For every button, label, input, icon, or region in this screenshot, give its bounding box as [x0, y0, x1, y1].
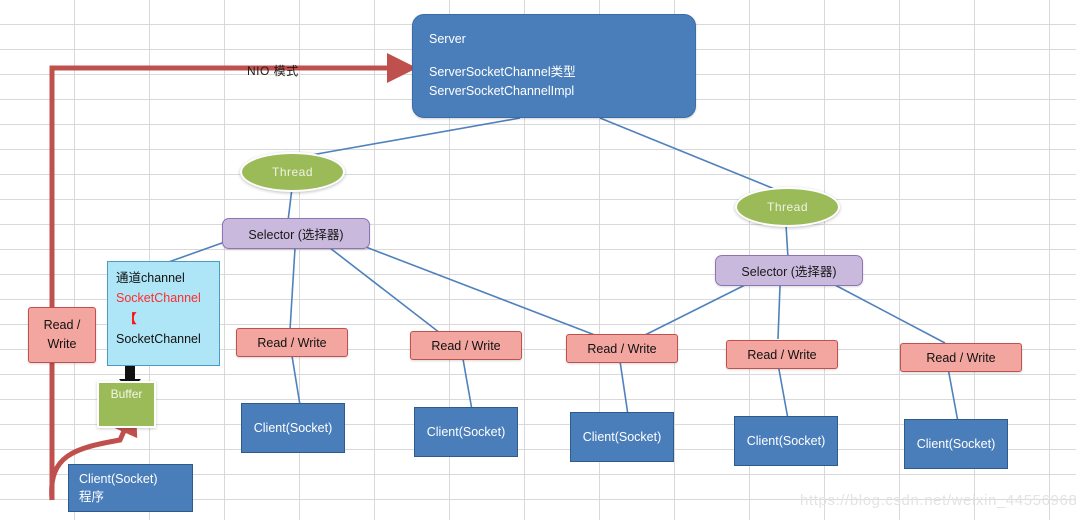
server-node[interactable]: Server ServerSocketChannel类型 ServerSocke…: [412, 14, 696, 118]
nio-mode-label: NIO 模式: [247, 64, 299, 78]
selector-node-1[interactable]: Selector (选择器): [222, 218, 370, 249]
channel-line-2: SocketChannel: [116, 291, 201, 306]
read-write-node-4[interactable]: Read / Write: [566, 334, 678, 363]
server-type-line: ServerSocketChannel类型: [429, 64, 576, 79]
selector-label-1: Selector (选择器): [248, 228, 344, 242]
thread-label-1: Thread: [271, 165, 314, 179]
watermark: https://blog.csdn.net/weixin_44556968: [800, 492, 1076, 509]
client-node-6[interactable]: Client(Socket): [904, 419, 1008, 469]
client-node-4[interactable]: Client(Socket): [570, 412, 674, 462]
read-write-label-4: Read / Write: [587, 341, 657, 356]
read-write-label-6: Read / Write: [926, 350, 996, 365]
read-write-label-1: Read / Write: [43, 318, 81, 351]
client-label-6: Client(Socket): [916, 436, 996, 451]
selector-node-2[interactable]: Selector (选择器): [715, 255, 863, 286]
read-write-node-1[interactable]: Read / Write: [28, 307, 96, 363]
buffer-label: Buffer: [110, 387, 143, 401]
buffer-node[interactable]: Buffer: [97, 381, 156, 428]
channel-line-3: 【: [124, 311, 137, 326]
server-impl-line: ServerSocketChannelImpl: [429, 84, 575, 99]
read-write-node-3[interactable]: Read / Write: [410, 331, 522, 360]
server-title: Server: [429, 32, 466, 47]
channel-node[interactable]: 通道channel SocketChannel 【 SocketChannel: [107, 261, 220, 366]
client-label-5: Client(Socket): [746, 433, 826, 448]
diagram-canvas: Server ServerSocketChannel类型 ServerSocke…: [0, 0, 1076, 520]
client-node-3[interactable]: Client(Socket): [414, 407, 518, 457]
thread-label-2: Thread: [766, 200, 809, 214]
read-write-node-2[interactable]: Read / Write: [236, 328, 348, 357]
client-node-5[interactable]: Client(Socket): [734, 416, 838, 466]
server-spacer: [429, 50, 679, 63]
selector-label-2: Selector (选择器): [741, 265, 837, 279]
channel-line-1: 通道channel: [116, 271, 185, 285]
read-write-node-6[interactable]: Read / Write: [900, 343, 1022, 372]
client-node-1[interactable]: Client(Socket) 程序: [68, 464, 193, 512]
thread-node-1[interactable]: Thread: [240, 152, 345, 192]
client-node-2[interactable]: Client(Socket): [241, 403, 345, 453]
client-label-3: Client(Socket): [426, 424, 506, 439]
read-write-label-2: Read / Write: [257, 335, 327, 350]
client-label-1: Client(Socket) 程序: [79, 471, 158, 504]
read-write-label-3: Read / Write: [431, 338, 501, 353]
thread-node-2[interactable]: Thread: [735, 187, 840, 227]
client-label-2: Client(Socket): [253, 420, 333, 435]
read-write-node-5[interactable]: Read / Write: [726, 340, 838, 369]
read-write-label-5: Read / Write: [747, 347, 817, 362]
client-label-4: Client(Socket): [582, 429, 662, 444]
channel-line-4: SocketChannel: [116, 331, 201, 346]
